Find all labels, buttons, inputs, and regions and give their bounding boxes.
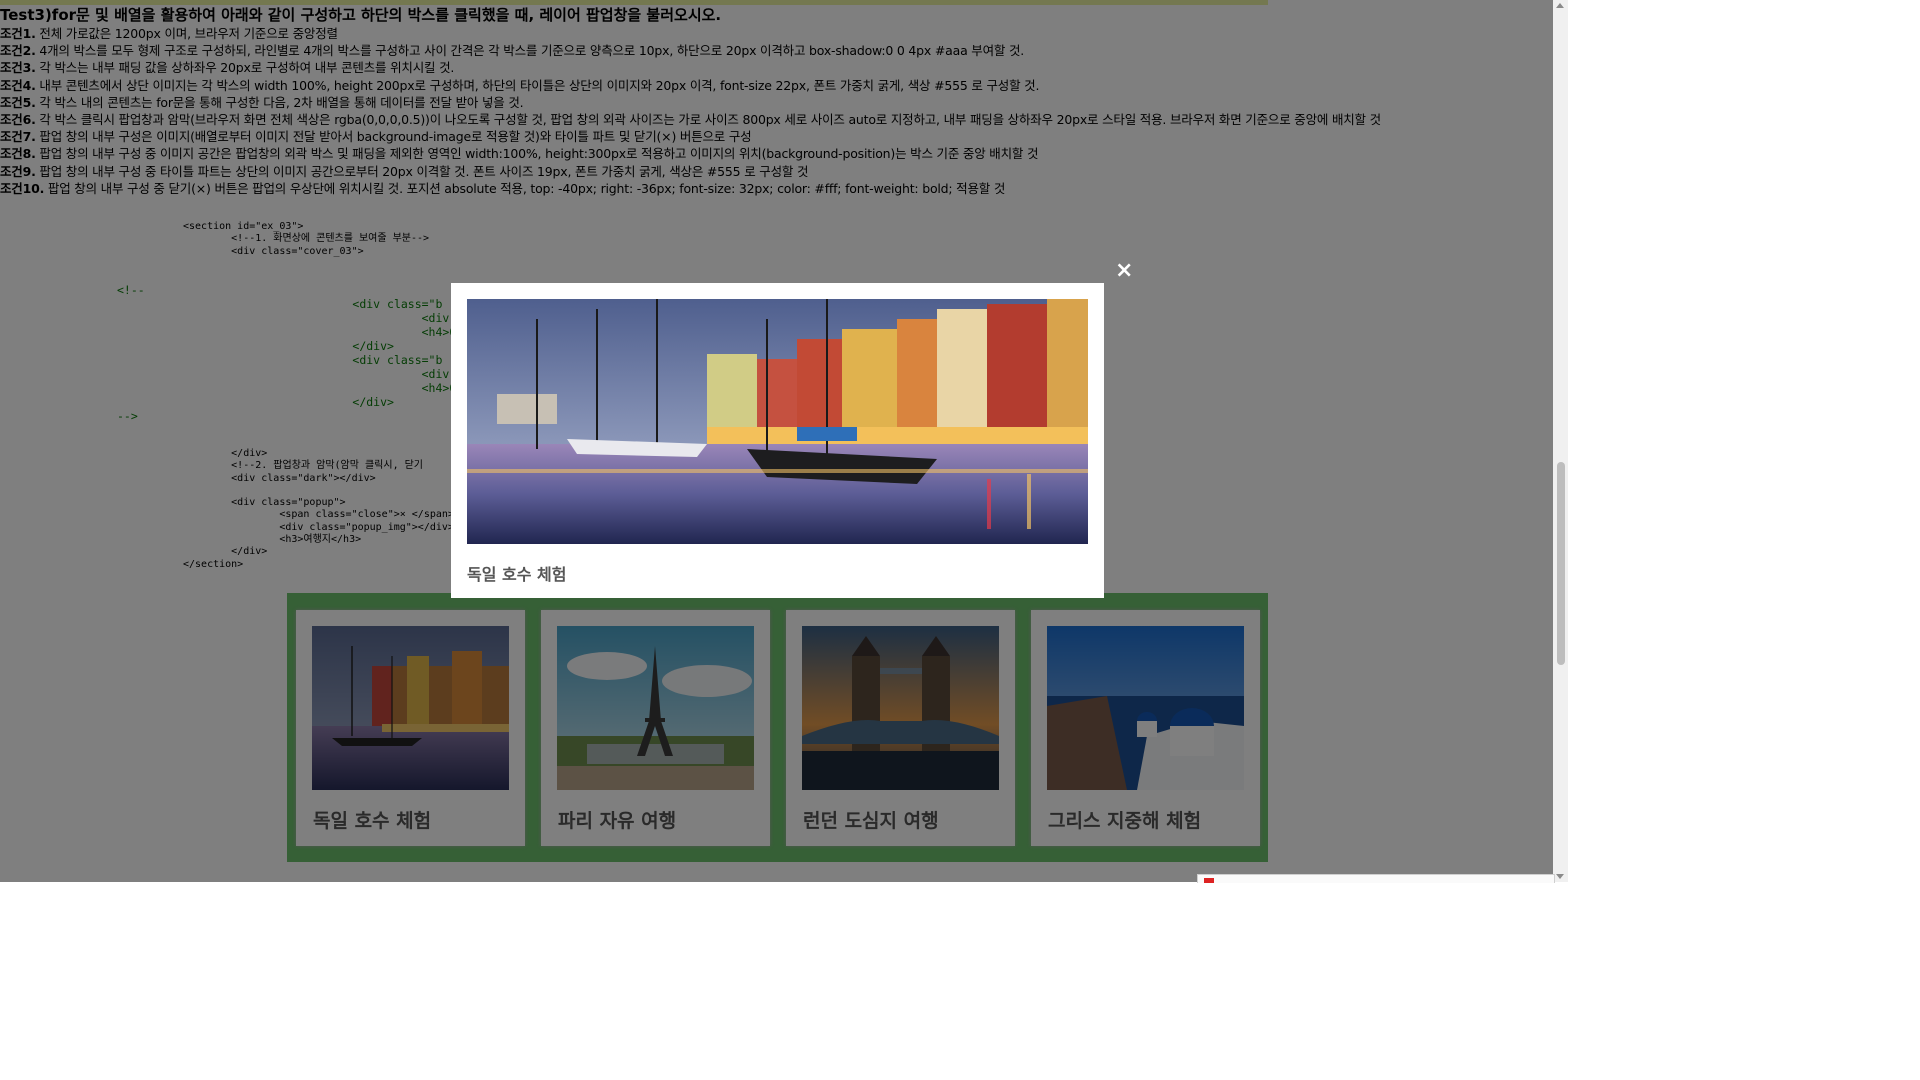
- bottom-taskbar-widget: [1197, 874, 1555, 883]
- scrollbar-thumb[interactable]: [1557, 462, 1565, 665]
- scroll-up-icon[interactable]: [1556, 3, 1564, 8]
- popup-title: 독일 호수 체험: [467, 565, 567, 584]
- harbor-canal-photo: [467, 299, 1088, 544]
- close-icon[interactable]: ×: [1115, 259, 1133, 283]
- scroll-down-icon[interactable]: [1556, 874, 1564, 879]
- app-icon: [1204, 878, 1214, 883]
- layer-popup: 독일 호수 체험: [451, 283, 1104, 598]
- vertical-scrollbar[interactable]: [1553, 0, 1568, 882]
